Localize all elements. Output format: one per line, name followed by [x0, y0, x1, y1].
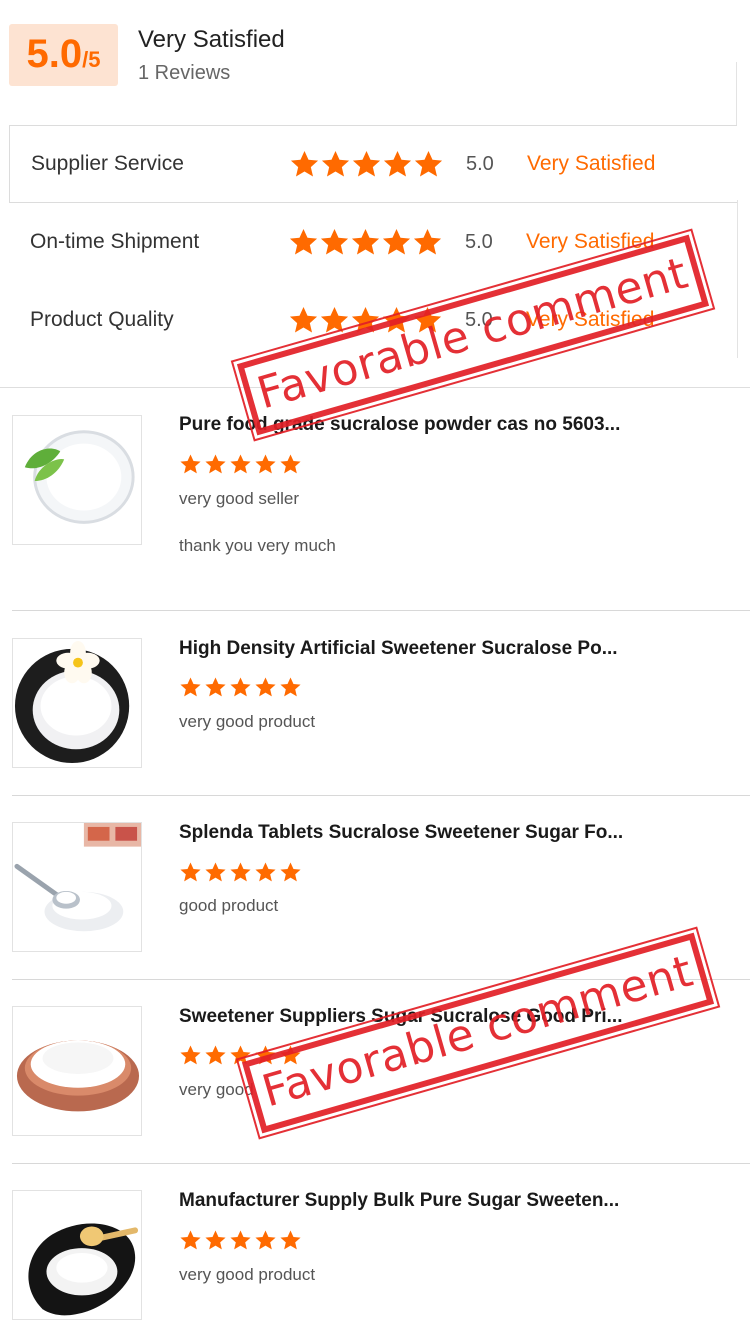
star-icon — [179, 453, 202, 476]
divider — [737, 200, 738, 358]
review-stars — [179, 861, 304, 884]
star-icon — [288, 305, 319, 336]
star-icon — [319, 227, 350, 258]
rating-summary: 5.0 /5 Very Satisfied 1 Reviews — [0, 0, 750, 125]
star-icon — [382, 149, 413, 180]
product-thumbnail[interactable] — [12, 415, 142, 545]
star-icon — [350, 227, 381, 258]
star-icon — [204, 1229, 227, 1252]
rating-value: 5.0 — [466, 152, 494, 175]
star-rating — [289, 149, 444, 180]
star-icon — [381, 227, 412, 258]
star-icon — [229, 676, 252, 699]
product-title[interactable]: High Density Artificial Sweetener Sucral… — [179, 638, 629, 660]
star-icon — [254, 1229, 277, 1252]
rating-label: Supplier Service — [31, 152, 184, 175]
star-icon — [179, 1044, 202, 1067]
star-icon — [254, 453, 277, 476]
star-icon — [413, 149, 444, 180]
review-comment: good product — [179, 896, 279, 915]
overall-score: 5.0 — [26, 32, 83, 76]
rating-label: Product Quality — [30, 308, 174, 331]
rating-verdict: Very Satisfied — [527, 152, 656, 175]
review-comment: very good seller — [179, 489, 300, 508]
review-comment: very good — [179, 1080, 254, 1099]
star-icon — [279, 1229, 302, 1252]
star-icon — [204, 676, 227, 699]
star-icon — [204, 453, 227, 476]
star-icon — [229, 1229, 252, 1252]
star-icon — [229, 453, 252, 476]
star-icon — [229, 861, 252, 884]
star-icon — [179, 676, 202, 699]
product-thumbnail[interactable] — [12, 822, 142, 952]
star-icon — [279, 676, 302, 699]
overall-score-max: /5 — [82, 47, 101, 72]
product-thumbnail[interactable] — [12, 1006, 142, 1136]
overall-verdict: Very Satisfied — [138, 26, 285, 53]
rating-label: On-time Shipment — [30, 230, 200, 253]
star-rating — [288, 227, 443, 258]
product-title[interactable]: Splenda Tablets Sucralose Sweetener Suga… — [179, 822, 629, 844]
rating-row-supplier-service: Supplier Service 5.0 Very Satisfied — [9, 125, 737, 203]
star-icon — [204, 861, 227, 884]
star-icon — [320, 149, 351, 180]
star-icon — [351, 149, 382, 180]
divider — [736, 62, 737, 125]
star-icon — [254, 676, 277, 699]
star-icon — [279, 453, 302, 476]
review-stars — [179, 1229, 304, 1252]
favorable-comment-stamp: Favorable comment — [236, 919, 720, 1147]
review-stars — [179, 676, 304, 699]
rating-value: 5.0 — [465, 230, 493, 253]
star-icon — [319, 305, 350, 336]
product-thumbnail[interactable] — [12, 1190, 142, 1320]
review-comment-extra: thank you very much — [179, 536, 336, 555]
star-icon — [279, 861, 302, 884]
star-icon — [204, 1044, 227, 1067]
review-stars — [179, 453, 304, 476]
review-comment: very good product — [179, 712, 316, 731]
divider — [12, 1163, 750, 1164]
review-comment: very good product — [179, 1265, 316, 1284]
star-icon — [179, 861, 202, 884]
divider — [12, 795, 750, 796]
product-thumbnail[interactable] — [12, 638, 142, 768]
product-title[interactable]: Manufacturer Supply Bulk Pure Sugar Swee… — [179, 1190, 629, 1212]
star-icon — [254, 861, 277, 884]
product-title[interactable]: Pure food grade sucralose powder cas no … — [179, 414, 629, 436]
star-icon — [289, 149, 320, 180]
divider — [12, 610, 750, 611]
reviews-count: 1 Reviews — [138, 62, 231, 84]
overall-score-badge: 5.0 /5 — [9, 24, 118, 86]
star-icon — [179, 1229, 202, 1252]
star-icon — [412, 227, 443, 258]
star-icon — [288, 227, 319, 258]
